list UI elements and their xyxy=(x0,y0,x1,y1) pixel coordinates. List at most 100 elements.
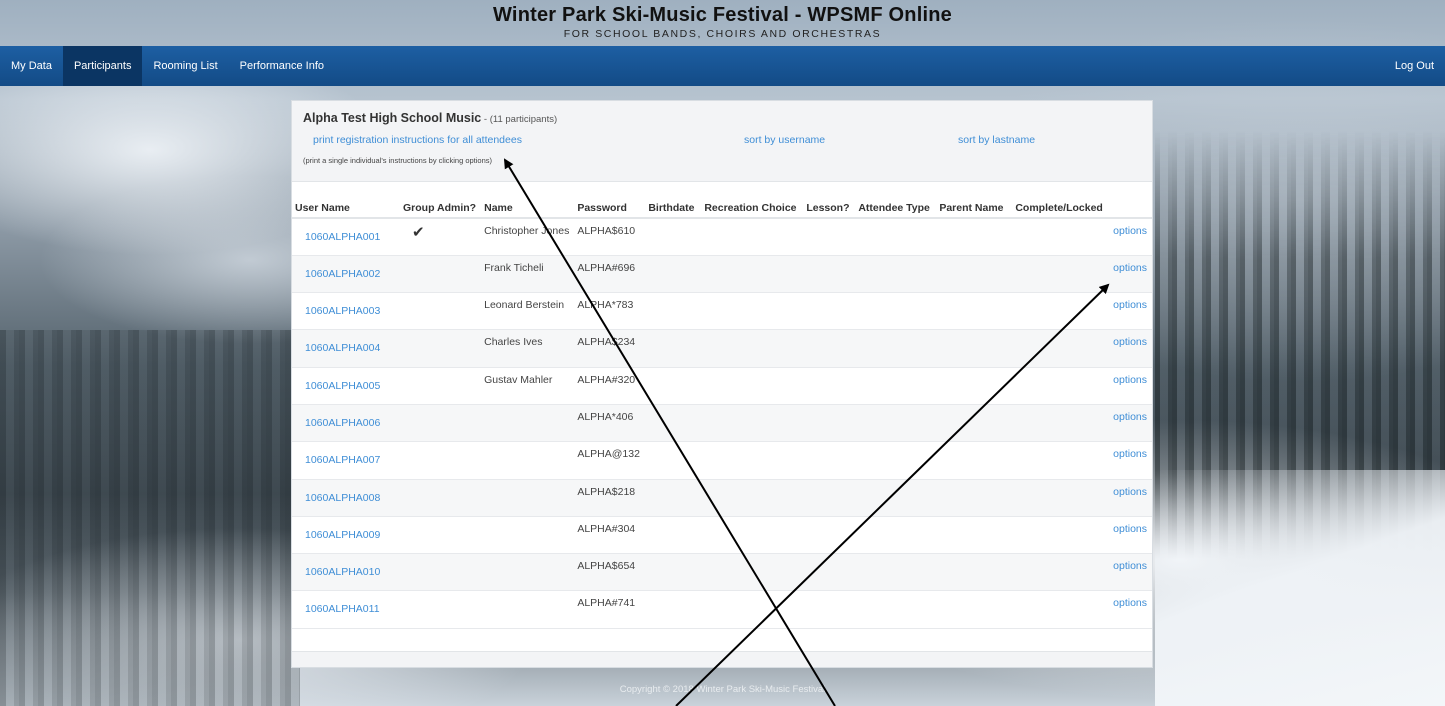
username-link[interactable]: 1060ALPHA003 xyxy=(292,292,399,331)
participants-panel: Alpha Test High School Music - (11 parti… xyxy=(291,100,1153,668)
parent-name-cell xyxy=(935,367,1012,405)
group-admin-cell xyxy=(399,479,481,517)
group-admin-cell xyxy=(399,590,481,629)
group-admin-cell xyxy=(399,367,481,405)
lesson-cell xyxy=(802,329,855,368)
nav-performance-info[interactable]: Performance Info xyxy=(229,46,335,86)
lesson-cell xyxy=(802,404,855,443)
parent-name-cell xyxy=(935,516,1012,555)
background-snow xyxy=(1155,470,1445,706)
group-admin-cell xyxy=(399,329,481,368)
recreation-choice-cell xyxy=(700,255,803,294)
username-link[interactable]: 1060ALPHA002 xyxy=(292,255,399,294)
attendee-type-cell xyxy=(854,367,936,405)
attendee-name: Christopher Jones xyxy=(480,218,574,256)
parent-name-cell xyxy=(935,590,1012,629)
table-row: 1060ALPHA007 ALPHA@132 options xyxy=(292,441,1152,480)
options-link[interactable]: options xyxy=(1011,367,1152,405)
recreation-choice-cell xyxy=(700,479,803,517)
nav-rooming-list[interactable]: Rooming List xyxy=(142,46,228,86)
table-row: 1060ALPHA004 Charles Ives ALPHA$234 options xyxy=(292,329,1152,368)
logout-link[interactable]: Log Out xyxy=(1384,46,1445,86)
parent-name-cell xyxy=(935,218,1012,256)
nav-my-data[interactable]: My Data xyxy=(0,46,63,86)
sort-by-lastname-link[interactable]: sort by lastname xyxy=(958,134,1035,146)
participants-table: User Name Group Admin? Name Password Bir… xyxy=(292,196,1152,629)
recreation-choice-cell xyxy=(700,292,803,331)
table-row: 1060ALPHA008 ALPHA$218 options xyxy=(292,479,1152,517)
recreation-choice-cell xyxy=(700,441,803,480)
table-row: 1060ALPHA011 ALPHA#741 options xyxy=(292,590,1152,629)
options-link[interactable]: options xyxy=(1011,329,1152,368)
panel-footer xyxy=(292,651,1152,667)
panel-title: Alpha Test High School Music - (11 parti… xyxy=(303,111,557,125)
attendee-name xyxy=(480,553,574,592)
group-admin-cell xyxy=(399,255,481,294)
col-user-name[interactable]: User Name xyxy=(292,196,399,219)
birthdate-cell xyxy=(644,292,701,331)
print-all-instructions-link[interactable]: print registration instructions for all … xyxy=(313,134,522,146)
parent-name-cell xyxy=(935,404,1012,443)
username-link[interactable]: 1060ALPHA001 xyxy=(292,218,399,256)
options-link[interactable]: options xyxy=(1011,479,1152,517)
recreation-choice-cell xyxy=(700,516,803,555)
parent-name-cell xyxy=(935,553,1012,592)
group-admin-cell xyxy=(399,516,481,555)
nav-participants[interactable]: Participants xyxy=(62,46,143,86)
table-row: 1060ALPHA010 ALPHA$654 options xyxy=(292,553,1152,592)
sort-by-username-link[interactable]: sort by username xyxy=(744,134,825,146)
col-attendee-type[interactable]: Attendee Type xyxy=(854,196,936,219)
recreation-choice-cell xyxy=(700,218,803,256)
password-value: ALPHA*783 xyxy=(573,292,645,331)
options-link[interactable]: options xyxy=(1011,516,1152,555)
options-link[interactable]: options xyxy=(1011,441,1152,480)
group-admin-cell xyxy=(399,441,481,480)
options-link[interactable]: options xyxy=(1011,292,1152,331)
attendee-type-cell xyxy=(854,590,936,629)
username-link[interactable]: 1060ALPHA008 xyxy=(292,479,399,517)
site-header: Winter Park Ski-Music Festival - WPSMF O… xyxy=(0,0,1445,46)
username-link[interactable]: 1060ALPHA006 xyxy=(292,404,399,443)
password-value: ALPHA$234 xyxy=(573,329,645,368)
col-password[interactable]: Password xyxy=(573,196,645,219)
col-lesson[interactable]: Lesson? xyxy=(802,196,855,219)
password-value: ALPHA#741 xyxy=(573,590,645,629)
password-value: ALPHA*406 xyxy=(573,404,645,443)
lesson-cell xyxy=(802,367,855,405)
username-link[interactable]: 1060ALPHA004 xyxy=(292,329,399,368)
username-link[interactable]: 1060ALPHA005 xyxy=(292,367,399,405)
username-link[interactable]: 1060ALPHA009 xyxy=(292,516,399,555)
username-link[interactable]: 1060ALPHA011 xyxy=(292,590,399,629)
username-link[interactable]: 1060ALPHA010 xyxy=(292,553,399,592)
lesson-cell xyxy=(802,255,855,294)
col-complete-locked[interactable]: Complete/Locked xyxy=(1011,196,1152,219)
col-birthdate[interactable]: Birthdate xyxy=(644,196,701,219)
recreation-choice-cell xyxy=(700,553,803,592)
options-link[interactable]: options xyxy=(1011,553,1152,592)
copyright-text: Copyright © 2018 Winter Park Ski-Music F… xyxy=(619,684,826,695)
attendee-name: Leonard Berstein xyxy=(480,292,574,331)
options-link[interactable]: options xyxy=(1011,590,1152,629)
username-link[interactable]: 1060ALPHA007 xyxy=(292,441,399,480)
attendee-type-cell xyxy=(854,255,936,294)
attendee-name: Gustav Mahler xyxy=(480,367,574,405)
options-link[interactable]: options xyxy=(1011,404,1152,443)
print-hint: (print a single individual's instruction… xyxy=(303,156,493,165)
group-admin-cell xyxy=(399,553,481,592)
attendee-name xyxy=(480,441,574,480)
col-name[interactable]: Name xyxy=(480,196,574,219)
birthdate-cell xyxy=(644,255,701,294)
col-parent-name[interactable]: Parent Name xyxy=(935,196,1012,219)
parent-name-cell xyxy=(935,292,1012,331)
parent-name-cell xyxy=(935,479,1012,517)
options-link[interactable]: options xyxy=(1011,255,1152,294)
attendee-name xyxy=(480,479,574,517)
school-name: Alpha Test High School Music xyxy=(303,111,482,125)
col-recreation-choice[interactable]: Recreation Choice xyxy=(700,196,803,219)
birthdate-cell xyxy=(644,479,701,517)
options-link[interactable]: options xyxy=(1011,218,1152,256)
attendee-type-cell xyxy=(854,479,936,517)
col-group-admin[interactable]: Group Admin? xyxy=(399,196,481,219)
lesson-cell xyxy=(802,218,855,256)
attendee-name xyxy=(480,516,574,555)
